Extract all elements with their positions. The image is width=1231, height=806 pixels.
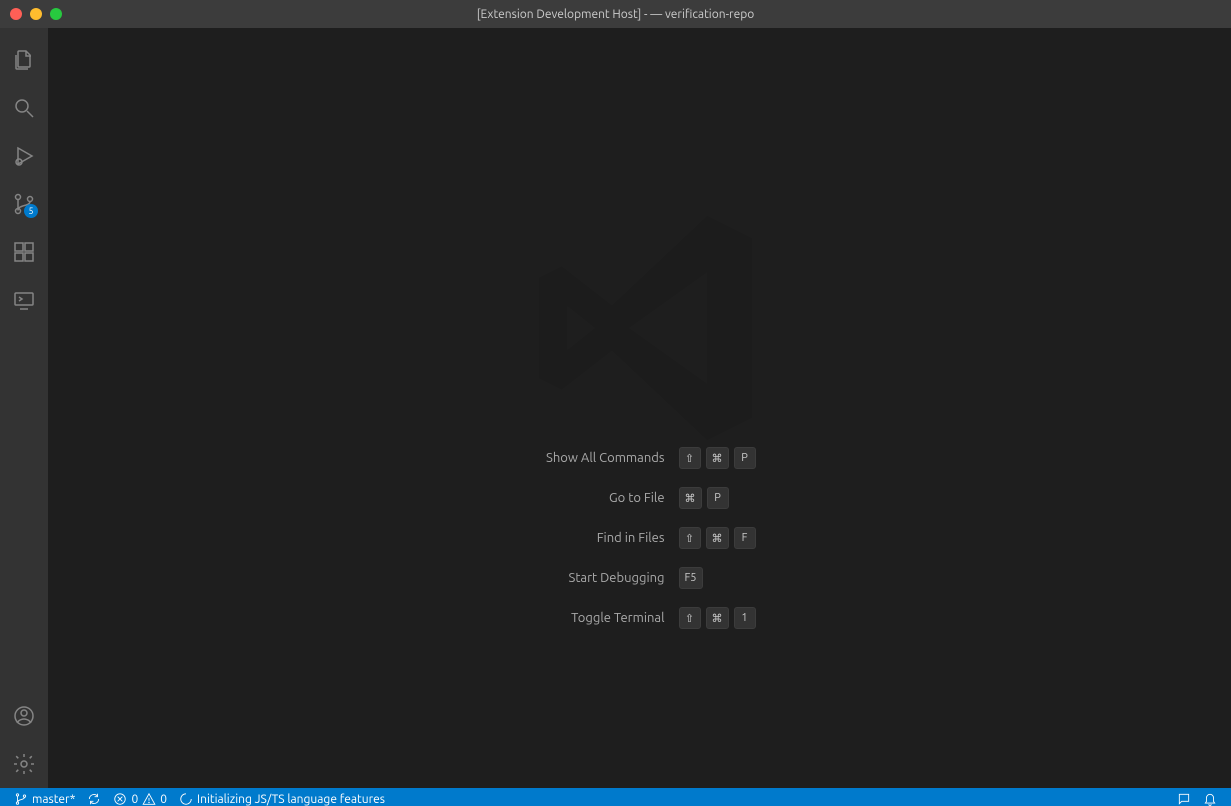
shortcut-row: Toggle Terminal ⇧ ⌘ 1: [505, 607, 775, 629]
key-f5: F5: [679, 567, 703, 589]
status-notifications[interactable]: [1197, 788, 1223, 806]
extensions-icon: [12, 240, 36, 264]
key-p: P: [707, 487, 729, 509]
window-minimize-button[interactable]: [30, 8, 42, 20]
gear-icon: [12, 752, 36, 776]
activity-extensions[interactable]: [0, 228, 48, 276]
shortcut-keys: ⇧ ⌘ F: [679, 527, 775, 549]
loading-icon: [179, 792, 193, 806]
activity-source-control[interactable]: 5: [0, 180, 48, 228]
key-cmd: ⌘: [679, 487, 702, 509]
branch-name: master*: [32, 793, 75, 806]
debug-icon: [12, 144, 36, 168]
scm-badge: 5: [24, 204, 38, 218]
files-icon: [12, 48, 36, 72]
shortcut-label: Start Debugging: [505, 571, 665, 585]
key-f: F: [734, 527, 756, 549]
feedback-icon: [1177, 792, 1191, 806]
activity-bar: 5: [0, 28, 48, 788]
shortcut-label: Toggle Terminal: [505, 611, 665, 625]
shortcut-row: Find in Files ⇧ ⌘ F: [505, 527, 775, 549]
window-close-button[interactable]: [10, 8, 22, 20]
activity-search[interactable]: [0, 84, 48, 132]
key-cmd: ⌘: [706, 527, 729, 549]
vscode-logo-watermark: [500, 188, 780, 472]
key-shift: ⇧: [679, 527, 701, 549]
sync-icon: [87, 792, 101, 806]
bell-icon: [1203, 792, 1217, 806]
shortcut-row: Start Debugging F5: [505, 567, 775, 589]
welcome-shortcuts: Show All Commands ⇧ ⌘ P Go to File ⌘ P F…: [505, 447, 775, 629]
main-area: 5 Show All Commands ⇧ ⌘ P: [0, 28, 1231, 788]
activity-explorer[interactable]: [0, 36, 48, 84]
status-problems[interactable]: 0 0: [107, 788, 173, 806]
activity-accounts[interactable]: [0, 692, 48, 740]
git-branch-icon: [14, 792, 28, 806]
status-feedback[interactable]: [1171, 788, 1197, 806]
editor-area: Show All Commands ⇧ ⌘ P Go to File ⌘ P F…: [48, 28, 1231, 788]
activity-run-debug[interactable]: [0, 132, 48, 180]
key-cmd: ⌘: [706, 607, 729, 629]
shortcut-label: Find in Files: [505, 531, 665, 545]
window-title: [Extension Development Host] - — verific…: [0, 8, 1231, 21]
remote-icon: [12, 288, 36, 312]
error-icon: [113, 792, 127, 806]
status-bar: master* 0 0 Initializing JS/TS language …: [0, 788, 1231, 806]
warning-count: 0: [160, 793, 167, 806]
window-controls: [10, 8, 62, 20]
shortcut-row: Go to File ⌘ P: [505, 487, 775, 509]
search-icon: [12, 96, 36, 120]
activity-remote-explorer[interactable]: [0, 276, 48, 324]
shortcut-keys: ⌘ P: [679, 487, 775, 509]
status-sync[interactable]: [81, 788, 107, 806]
status-branch[interactable]: master*: [8, 788, 81, 806]
key-1: 1: [734, 607, 756, 629]
shortcut-keys: ⇧ ⌘ 1: [679, 607, 775, 629]
account-icon: [12, 704, 36, 728]
status-language-features[interactable]: Initializing JS/TS language features: [173, 788, 391, 806]
warning-icon: [142, 792, 156, 806]
language-status-text: Initializing JS/TS language features: [197, 793, 385, 806]
titlebar: [Extension Development Host] - — verific…: [0, 0, 1231, 28]
key-shift: ⇧: [679, 607, 701, 629]
window-maximize-button[interactable]: [50, 8, 62, 20]
activity-settings[interactable]: [0, 740, 48, 788]
error-count: 0: [131, 793, 138, 806]
shortcut-label: Go to File: [505, 491, 665, 505]
shortcut-keys: F5: [679, 567, 775, 589]
